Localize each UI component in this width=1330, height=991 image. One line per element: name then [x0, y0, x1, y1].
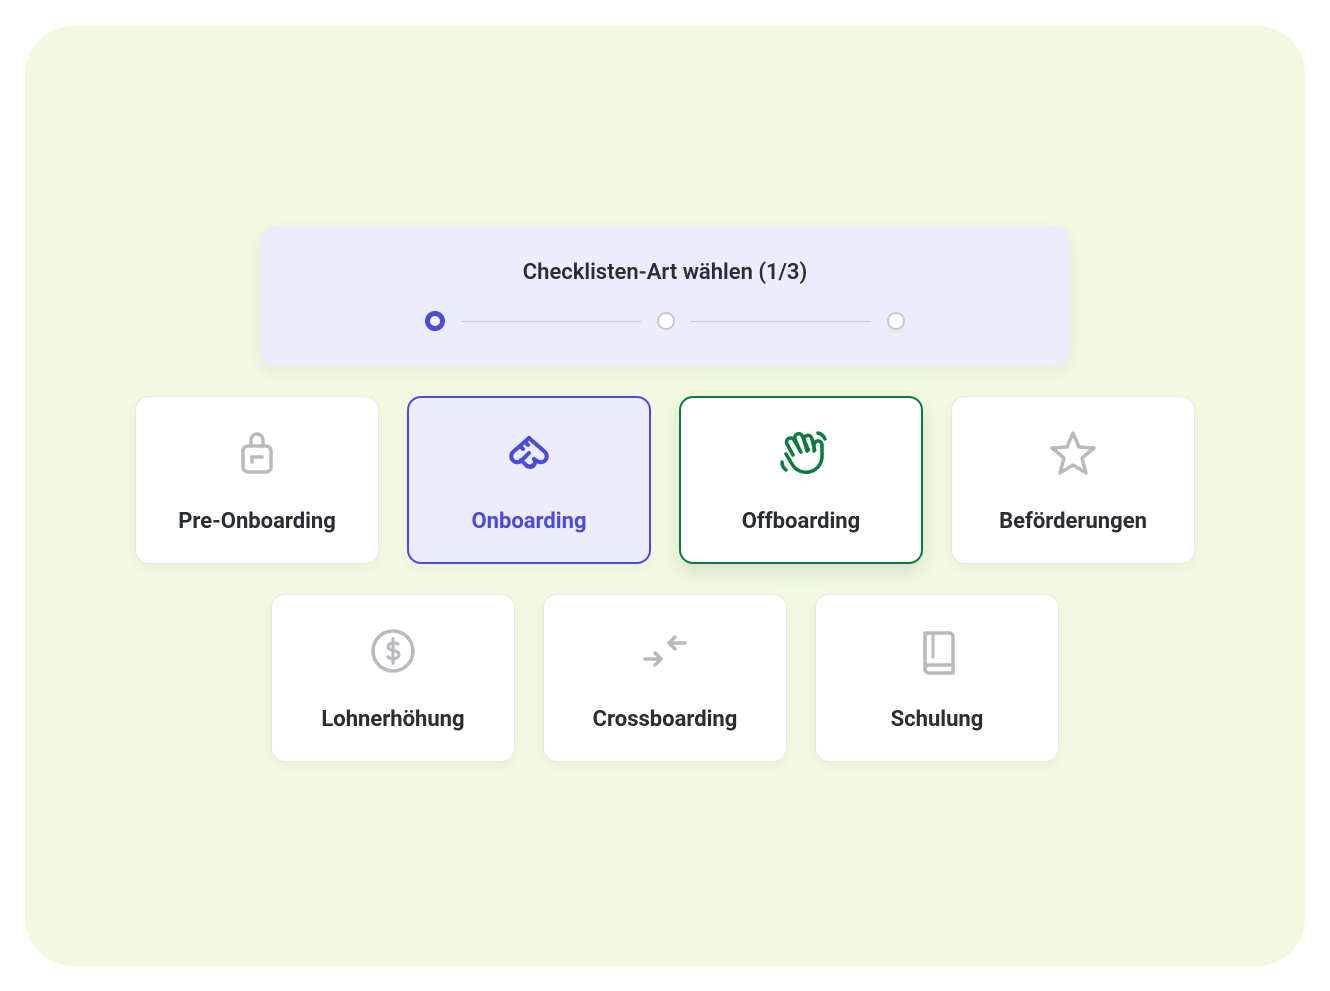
step-connector — [691, 321, 871, 322]
card-salary-increase[interactable]: Lohnerhöhung — [271, 594, 515, 762]
card-onboarding[interactable]: Onboarding — [407, 396, 651, 564]
card-offboarding[interactable]: Offboarding — [679, 396, 923, 564]
wizard-title: Checklisten-Art wählen (1/3) — [523, 260, 807, 285]
cross-arrows-icon — [637, 623, 693, 679]
book-icon — [909, 623, 965, 679]
step-dot-1[interactable] — [425, 311, 445, 331]
card-promotions[interactable]: Beförderungen — [951, 396, 1195, 564]
card-training[interactable]: Schulung — [815, 594, 1059, 762]
card-crossboarding[interactable]: Crossboarding — [543, 594, 787, 762]
dollar-circle-icon — [365, 623, 421, 679]
lock-icon — [229, 425, 285, 481]
star-icon — [1045, 425, 1101, 481]
handshake-icon — [501, 425, 557, 481]
cards-row-1: Pre-Onboarding Onboarding — [135, 396, 1195, 564]
card-label: Lohnerhöhung — [321, 707, 464, 732]
canvas-background: Checklisten-Art wählen (1/3) Pre-Onboard… — [25, 26, 1305, 966]
step-dot-3[interactable] — [887, 312, 905, 330]
card-label: Pre-Onboarding — [178, 509, 336, 534]
card-label: Schulung — [891, 707, 984, 732]
cards-row-2: Lohnerhöhung Crossboarding — [271, 594, 1059, 762]
card-label: Crossboarding — [593, 707, 738, 732]
step-connector — [461, 321, 641, 322]
wave-icon — [773, 425, 829, 481]
step-dot-2[interactable] — [657, 312, 675, 330]
wizard-header-card: Checklisten-Art wählen (1/3) — [260, 226, 1070, 366]
card-label: Beförderungen — [999, 509, 1147, 534]
card-pre-onboarding[interactable]: Pre-Onboarding — [135, 396, 379, 564]
card-label: Onboarding — [471, 509, 586, 534]
wizard-stepper — [425, 311, 905, 331]
card-label: Offboarding — [742, 509, 860, 534]
